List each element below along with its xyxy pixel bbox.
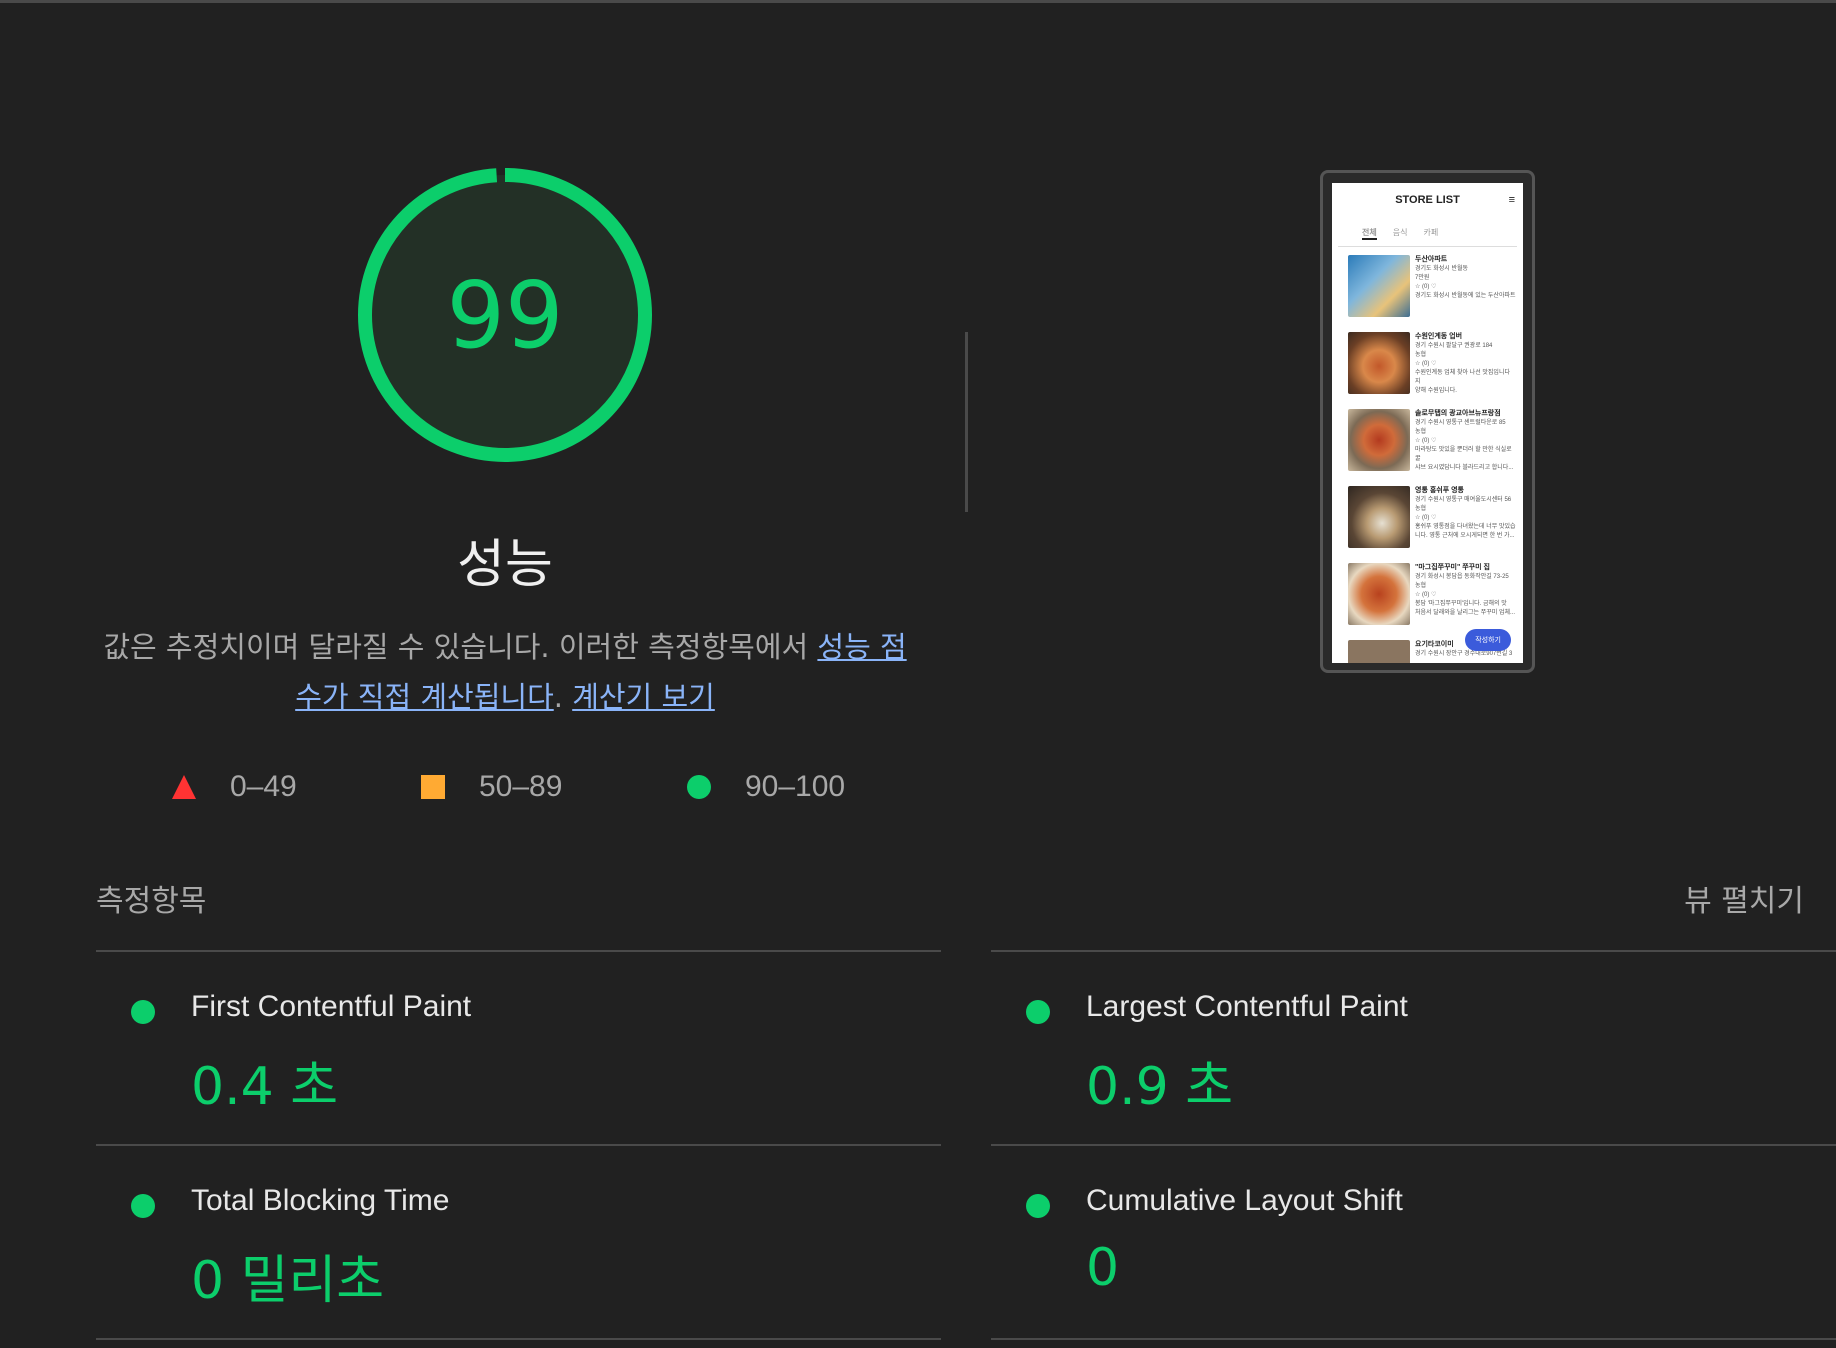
hamburger-icon: ≡ [1508,194,1515,206]
score-legend: 0–49 50–89 90–100 [0,765,1000,809]
gauge-score: 99 [446,261,564,369]
store-info: 영통 홍쉬푸 영통 경기 수원시 영통구 매여울도시센터 56 농협 ☆ (0)… [1415,487,1516,539]
store-thumbnail [1348,332,1410,394]
metric-lcp: Largest Contentful Paint 0.9 초 [991,952,1836,1142]
triangle-icon [172,775,196,799]
metric-title: Total Blocking Time [191,1184,450,1217]
screenshot-list-item: 솔로무탭의 광교아브뉴프랑점 경기 수원시 영통구 센트럴타운로 85 농협 ☆… [1332,401,1523,478]
metric-cls: Cumulative Layout Shift 0 [991,1146,1836,1336]
pass-circle-icon [131,1194,155,1218]
gauge-title: 성능 [457,535,553,595]
legend-average: 50–89 [421,765,562,809]
divider [991,1338,1836,1340]
store-thumbnail [1348,409,1410,471]
legend-fail-range: 0–49 [230,770,297,803]
description-separator: . [553,680,573,714]
calculator-link[interactable]: 계산기 보기 [572,680,715,714]
store-thumbnail [1348,486,1410,548]
metric-title: Largest Contentful Paint [1086,990,1408,1023]
store-info: 두산아파트 경기도 화성시 반월동 7만원 ☆ (0) ♡ 경기도 화성시 반월… [1415,256,1516,299]
metric-value: 0.4 초 [191,1057,339,1117]
store-thumbnail [1348,255,1410,317]
metric-tbt: Total Blocking Time 0 밀리초 [96,1146,941,1336]
metric-fcp: First Contentful Paint 0.4 초 [96,952,941,1142]
legend-average-range: 50–89 [479,770,563,803]
legend-pass-range: 90–100 [745,770,846,803]
square-icon [421,775,445,799]
performance-gauge: 99 [355,165,655,465]
metric-title: Cumulative Layout Shift [1086,1184,1403,1217]
metric-value: 0.9 초 [1086,1057,1234,1117]
legend-fail: 0–49 [172,765,297,809]
store-thumbnail [1348,563,1410,625]
description-text: 값은 추정치이며 달라질 수 있습니다. 이러한 측정항목에서 [103,630,818,664]
metrics-header: 측정항목 [96,884,207,919]
store-info: "마그집쭈꾸미" 쭈꾸미 집 경기 화성시 봉담읍 동화작안길 73-25 농협… [1415,564,1515,616]
metric-title: First Contentful Paint [191,990,472,1023]
expand-view-toggle[interactable]: 뷰 펼치기 [1684,876,1804,920]
store-thumbnail [1348,640,1410,663]
divider [96,1338,941,1340]
pass-circle-icon [1026,1000,1050,1024]
pass-circle-icon [131,1000,155,1024]
store-info: 수원인계동 업버 경기 수원시 팔달구 권광로 184 농협 ☆ (0) ♡ 수… [1415,333,1510,394]
metric-value: 0 밀리초 [191,1251,385,1311]
vertical-divider [965,332,968,512]
screenshot-tabs: 전체 음식 카페 [1338,217,1517,247]
write-button: 작성하기 [1465,629,1511,651]
final-screenshot[interactable]: STORE LIST ≡ 전체 음식 카페 두산아파트 경기도 화성시 반월동 … [1320,170,1535,673]
screenshot-page: STORE LIST ≡ 전체 음식 카페 두산아파트 경기도 화성시 반월동 … [1332,183,1523,663]
screenshot-list-item: 수원인계동 업버 경기 수원시 팔달구 권광로 184 농협 ☆ (0) ♡ 수… [1332,324,1523,401]
screenshot-list-item: "마그집쭈꾸미" 쭈꾸미 집 경기 화성시 봉담읍 동화작안길 73-25 농협… [1332,555,1523,632]
metric-value: 0 [1086,1238,1120,1298]
pass-circle-icon [1026,1194,1050,1218]
screenshot-title: STORE LIST [1395,194,1460,206]
screenshot-header: STORE LIST ≡ [1332,183,1523,217]
score-description: 값은 추정치이며 달라질 수 있습니다. 이러한 측정항목에서 성능 점수가 직… [95,622,915,722]
legend-pass: 90–100 [687,765,845,809]
screenshot-tab: 음식 [1392,228,1408,237]
store-info: 솔로무탭의 광교아브뉴프랑점 경기 수원시 영통구 센트럴타운로 85 농협 ☆… [1415,410,1514,471]
screenshot-list-item: 두산아파트 경기도 화성시 반월동 7만원 ☆ (0) ♡ 경기도 화성시 반월… [1332,247,1523,324]
screenshot-list-item: 영통 홍쉬푸 영통 경기 수원시 영통구 매여울도시센터 56 농협 ☆ (0)… [1332,478,1523,555]
screenshot-tab: 전체 [1362,227,1377,240]
circle-icon [687,775,711,799]
top-border [0,0,1836,3]
screenshot-tab: 카페 [1423,228,1439,237]
